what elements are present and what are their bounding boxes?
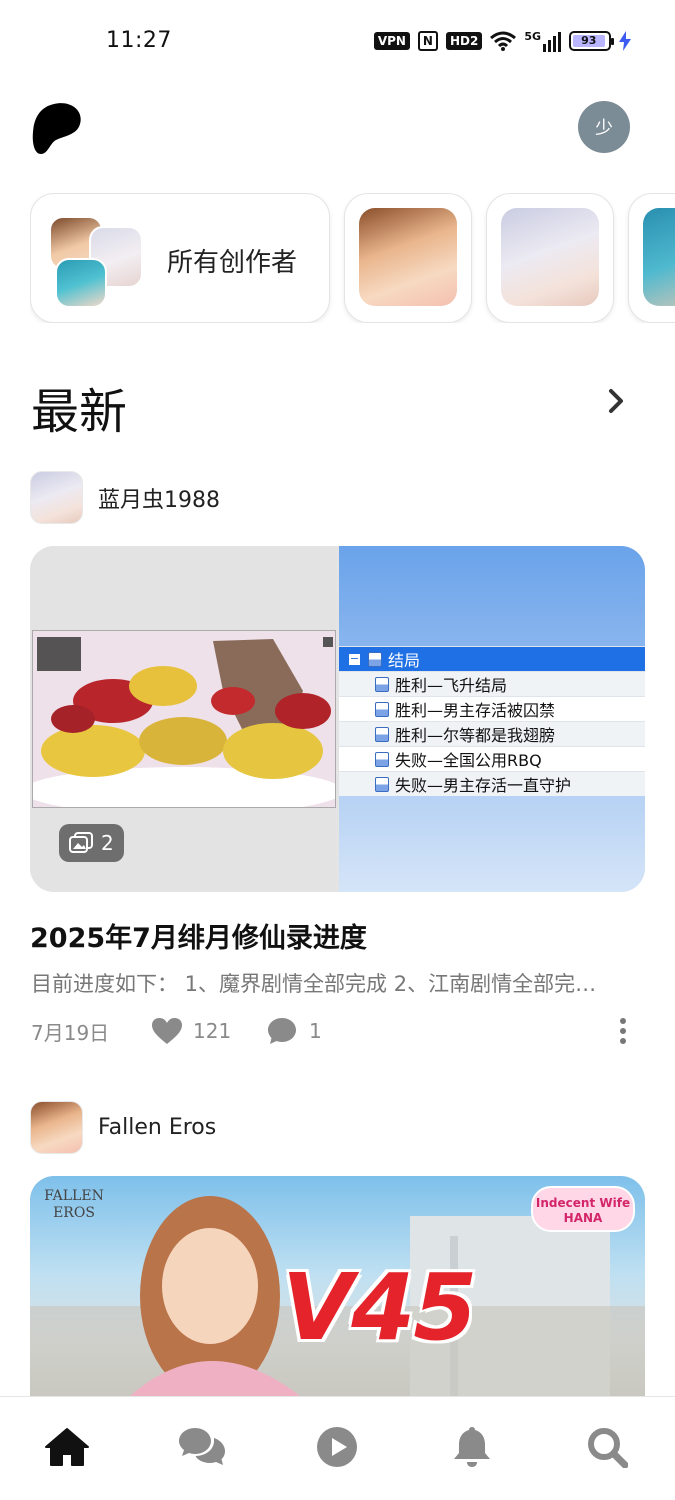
gallery-icon [69, 832, 93, 853]
nav-video[interactable] [313, 1423, 361, 1471]
tree-row: 胜利—尔等都是我翅膀 [339, 721, 645, 746]
wifi-icon [490, 31, 517, 51]
tree-row-label: 胜利—男主存活被囚禁 [395, 701, 556, 720]
nav-search[interactable] [583, 1423, 631, 1471]
all-creators-button[interactable]: 所有创作者 [30, 193, 330, 323]
vpn-icon: VPN [373, 32, 410, 50]
post-media-banner[interactable]: FALLEN EROS V45 Indecent Wife HANA [30, 1176, 645, 1396]
patreon-logo-icon[interactable] [32, 102, 82, 154]
nav-messages[interactable] [178, 1423, 226, 1471]
post-meta: 7月19日 121 1 [31, 1014, 635, 1048]
bottom-navigation [0, 1396, 675, 1500]
chevron-right-icon[interactable] [604, 386, 628, 416]
creator-avatar [643, 208, 675, 306]
comment-icon [268, 1018, 296, 1044]
game-scene-graphic [33, 631, 335, 807]
latest-section-title: 最新 [31, 384, 128, 440]
search-icon [588, 1428, 628, 1468]
play-icon [317, 1427, 357, 1467]
nfc-icon: N [417, 31, 438, 51]
post-author[interactable]: 蓝月虫1988 [30, 471, 220, 524]
tree-header-row: − 结局 [339, 646, 645, 671]
creators-row: 所有创作者 [30, 193, 675, 323]
network-label: 5G [524, 30, 541, 43]
chat-icon [179, 1428, 225, 1465]
battery-level: 93 [573, 35, 605, 47]
heart-icon [152, 1018, 182, 1044]
creator-card-blue-hair[interactable] [628, 193, 675, 323]
image-count-badge: 2 [59, 824, 124, 862]
author-name: Fallen Eros [98, 1115, 217, 1140]
nav-home[interactable] [43, 1423, 91, 1471]
home-icon [45, 1428, 89, 1466]
hd-voice-icon: HD2 [445, 32, 483, 50]
tree-row: 失败—男主存活一直守护 [339, 771, 645, 796]
creator-thumb-3 [55, 258, 107, 308]
status-icons: VPN N HD2 5G 93 [373, 30, 631, 52]
charging-icon [619, 31, 631, 51]
comment-count: 1 [309, 1019, 322, 1043]
author-avatar [30, 1101, 83, 1154]
signal-5g-icon: 5G [524, 30, 561, 52]
author-avatar [30, 471, 83, 524]
post-date: 7月19日 [31, 1020, 110, 1045]
media-image-2: − 结局 胜利—飞升结局 胜利—男主存活被囚禁 胜利—尔等都是我翅膀 失败—全国… [339, 546, 645, 892]
comment-button[interactable]: 1 [267, 1016, 322, 1046]
document-icon [375, 676, 389, 692]
document-icon [375, 701, 389, 717]
game-screenshot [32, 630, 336, 808]
tree-row: 失败—全国公用RBQ [339, 746, 645, 771]
all-creators-label: 所有创作者 [167, 248, 298, 278]
status-time: 11:27 [106, 28, 172, 53]
post-media-gallery[interactable]: − 结局 胜利—飞升结局 胜利—男主存活被囚禁 胜利—尔等都是我翅膀 失败—全国… [30, 546, 645, 892]
indecent-wife-hana-logo: Indecent Wife HANA [531, 1186, 635, 1232]
like-count: 121 [193, 1019, 232, 1043]
document-icon [375, 726, 389, 742]
post-author[interactable]: Fallen Eros [30, 1101, 216, 1154]
creator-avatar [359, 208, 457, 306]
tree-row: 胜利—飞升结局 [339, 671, 645, 696]
nav-notifications[interactable] [448, 1423, 496, 1471]
document-icon [368, 651, 382, 667]
user-avatar-button[interactable]: 少 [578, 101, 630, 153]
post-title[interactable]: 2025年7月绯月修仙录进度 [30, 916, 367, 955]
document-icon [375, 776, 389, 792]
tree-row-label: 胜利—尔等都是我翅膀 [395, 726, 556, 745]
version-label: V45 [282, 1254, 477, 1361]
post-excerpt[interactable]: 目前进度如下： 1、魔界剧情全部完成 2、江南剧情全部完… [31, 968, 636, 998]
battery-icon: 93 [569, 31, 614, 51]
more-options-icon[interactable] [619, 1017, 627, 1045]
creator-card-lanyuechong[interactable] [486, 193, 614, 323]
image-count: 2 [101, 831, 114, 855]
tree-row-label: 胜利—飞升结局 [395, 676, 508, 695]
creator-card-fallen-eros[interactable] [344, 193, 472, 323]
author-name: 蓝月虫1988 [98, 487, 220, 513]
tree-row-label: 失败—男主存活一直守护 [395, 776, 572, 795]
fallen-eros-logo: FALLEN EROS [44, 1188, 104, 1221]
tree-header-label: 结局 [388, 651, 421, 670]
bell-icon [454, 1427, 490, 1467]
ending-tree-list: − 结局 胜利—飞升结局 胜利—男主存活被囚禁 胜利—尔等都是我翅膀 失败—全国… [339, 646, 645, 796]
like-button[interactable]: 121 [151, 1017, 267, 1045]
tree-row: 胜利—男主存活被囚禁 [339, 696, 645, 721]
creator-avatar [501, 208, 599, 306]
collapse-icon: − [349, 651, 360, 665]
document-icon [375, 751, 389, 767]
tree-row-label: 失败—全国公用RBQ [395, 751, 542, 770]
status-bar: 11:27 VPN N HD2 5G 93 [0, 0, 675, 86]
